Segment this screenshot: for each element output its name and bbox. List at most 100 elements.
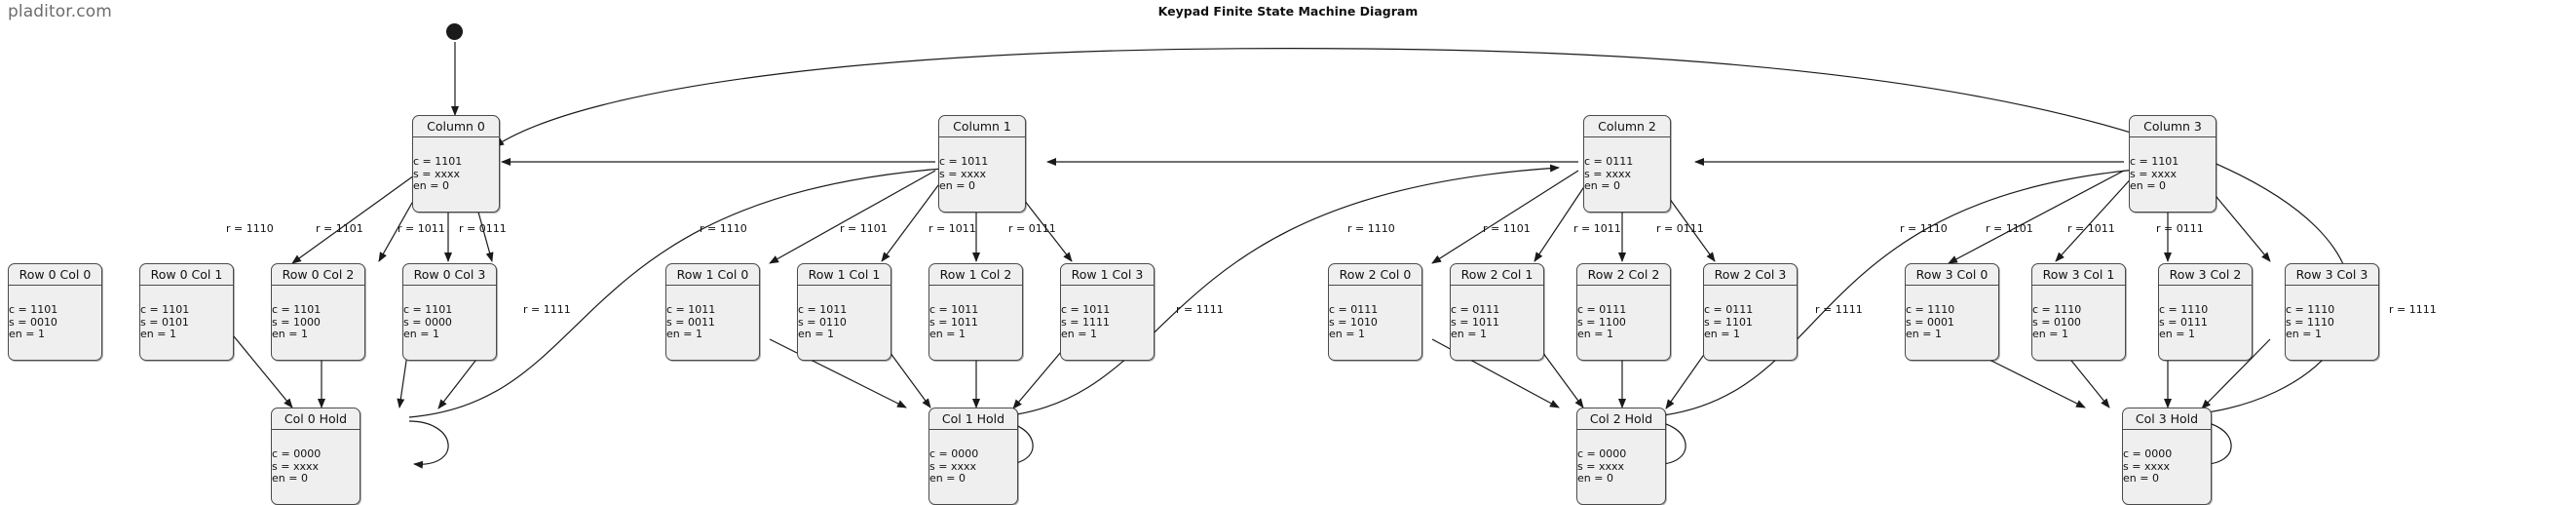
edge-col1-to-r1c1 xyxy=(881,173,948,262)
edge-label-g2-r1101: r = 1101 xyxy=(1483,222,1531,235)
edge-label-g1-r0111: r = 0111 xyxy=(1008,222,1056,235)
state-c-value: c = 1011 xyxy=(1061,303,1111,316)
state-node-row3-col2[interactable]: Row 3 Col 2 c = 1110 s = 0111 en = 1 xyxy=(2158,263,2253,361)
state-node-row1-col1[interactable]: Row 1 Col 1 c = 1011 s = 0110 en = 1 xyxy=(797,263,891,361)
state-en-value: en = 1 xyxy=(1704,328,1740,341)
state-node-row0-col2[interactable]: Row 0 Col 2 c = 1101 s = 1000 en = 1 xyxy=(271,263,365,361)
state-title: Row 0 Col 1 xyxy=(140,264,233,286)
state-en-value: en = 1 xyxy=(9,328,45,341)
state-body: c = 1101 s = 1000 en = 1 xyxy=(272,288,364,360)
state-node-row2-col3[interactable]: Row 2 Col 3 c = 0111 s = 1101 en = 1 xyxy=(1703,263,1798,361)
edge-hold0-self-loop xyxy=(408,420,449,469)
state-node-row1-col2[interactable]: Row 1 Col 2 c = 1011 s = 1011 en = 1 xyxy=(928,263,1023,361)
state-body: c = 1011 s = 1111 en = 1 xyxy=(1061,288,1154,360)
state-c-value: c = 1110 xyxy=(2032,303,2082,316)
state-c-value: c = 1011 xyxy=(929,303,979,316)
state-title: Row 2 Col 2 xyxy=(1577,264,1670,286)
state-node-column-0[interactable]: Column 0 c = 1101 s = xxxx en = 0 xyxy=(412,115,500,213)
state-body: c = 0000 s = xxxx en = 0 xyxy=(272,432,360,504)
state-body: c = 1011 s = xxxx en = 0 xyxy=(939,139,1025,212)
edge-label-g3-r0111: r = 0111 xyxy=(2156,222,2204,235)
state-node-col2-hold[interactable]: Col 2 Hold c = 0000 s = xxxx en = 0 xyxy=(1576,408,1666,505)
state-en-value: en = 1 xyxy=(1906,328,1942,341)
state-title: Row 1 Col 0 xyxy=(666,264,759,286)
state-node-col1-hold[interactable]: Col 1 Hold c = 0000 s = xxxx en = 0 xyxy=(928,408,1018,505)
state-en-value: en = 0 xyxy=(2130,179,2166,193)
edge-col3-to-r3c0 xyxy=(1948,170,2125,264)
state-node-column-3[interactable]: Column 3 c = 1101 s = xxxx en = 0 xyxy=(2129,115,2216,213)
state-node-row3-col0[interactable]: Row 3 Col 0 c = 1110 s = 0001 en = 1 xyxy=(1905,263,1999,361)
state-en-value: en = 1 xyxy=(1451,328,1487,341)
state-title: Row 0 Col 3 xyxy=(403,264,496,286)
state-title: Col 0 Hold xyxy=(272,408,360,430)
state-node-row2-col1[interactable]: Row 2 Col 1 c = 0111 s = 1011 en = 1 xyxy=(1450,263,1544,361)
state-node-column-1[interactable]: Column 1 c = 1011 s = xxxx en = 0 xyxy=(938,115,1026,213)
state-node-row1-col3[interactable]: Row 1 Col 3 c = 1011 s = 1111 en = 1 xyxy=(1060,263,1155,361)
state-title: Column 2 xyxy=(1584,116,1670,137)
state-body: c = 1101 s = 0101 en = 1 xyxy=(140,288,233,360)
state-en-value: en = 0 xyxy=(1577,472,1613,486)
state-title: Row 2 Col 0 xyxy=(1329,264,1421,286)
state-title: Row 1 Col 3 xyxy=(1061,264,1154,286)
state-c-value: c = 1110 xyxy=(2159,303,2209,316)
state-body: c = 1110 s = 0100 en = 1 xyxy=(2032,288,2125,360)
state-node-row2-col0[interactable]: Row 2 Col 0 c = 0111 s = 1010 en = 1 xyxy=(1328,263,1422,361)
state-title: Col 1 Hold xyxy=(929,408,1017,430)
state-title: Row 0 Col 0 xyxy=(9,264,101,286)
state-body: c = 1011 s = 0110 en = 1 xyxy=(798,288,890,360)
state-body: c = 0111 s = 1010 en = 1 xyxy=(1329,288,1421,360)
edge-label-g1-r1110: r = 1110 xyxy=(700,222,747,235)
start-node-dot xyxy=(446,23,463,40)
edge-label-g0-r1011: r = 1011 xyxy=(398,222,445,235)
page-title: Keypad Finite State Machine Diagram xyxy=(1157,4,1419,19)
state-node-row2-col2[interactable]: Row 2 Col 2 c = 0111 s = 1100 en = 1 xyxy=(1576,263,1671,361)
state-en-value: en = 1 xyxy=(929,328,966,341)
state-body: c = 1101 s = xxxx en = 0 xyxy=(2130,139,2216,212)
state-title: Row 2 Col 3 xyxy=(1704,264,1797,286)
state-en-value: en = 0 xyxy=(939,179,975,193)
state-c-value: c = 1011 xyxy=(666,303,716,316)
state-c-value: c = 1101 xyxy=(272,303,322,316)
state-node-col0-hold[interactable]: Col 0 Hold c = 0000 s = xxxx en = 0 xyxy=(271,408,360,505)
state-node-row0-col3[interactable]: Row 0 Col 3 c = 1101 s = 0000 en = 1 xyxy=(402,263,497,361)
edge-label-g2-r1111: r = 1111 xyxy=(1815,303,1863,316)
edge-label-g1-r1111: r = 1111 xyxy=(1176,303,1224,316)
state-body: c = 0111 s = 1100 en = 1 xyxy=(1577,288,1670,360)
state-en-value: en = 1 xyxy=(403,328,439,341)
state-node-row1-col0[interactable]: Row 1 Col 0 c = 1011 s = 0011 en = 1 xyxy=(665,263,760,361)
state-body: c = 1110 s = 0001 en = 1 xyxy=(1906,288,1998,360)
edge-label-g1-r1101: r = 1101 xyxy=(840,222,888,235)
state-en-value: en = 1 xyxy=(2286,328,2322,341)
state-node-col3-hold[interactable]: Col 3 Hold c = 0000 s = xxxx en = 0 xyxy=(2122,408,2212,505)
state-node-row3-col3[interactable]: Row 3 Col 3 c = 1110 s = 1110 en = 1 xyxy=(2285,263,2379,361)
state-node-row0-col0[interactable]: Row 0 Col 0 c = 1101 s = 0010 en = 1 xyxy=(8,263,102,361)
state-c-value: c = 0000 xyxy=(272,447,322,460)
state-body: c = 0000 s = xxxx en = 0 xyxy=(929,432,1017,504)
state-title: Row 2 Col 1 xyxy=(1451,264,1543,286)
edge-col1-to-r1c0 xyxy=(769,170,936,264)
state-body: c = 1110 s = 1110 en = 1 xyxy=(2286,288,2378,360)
state-body: c = 0000 s = xxxx en = 0 xyxy=(1577,432,1665,504)
state-title: Col 3 Hold xyxy=(2123,408,2211,430)
state-c-value: c = 0111 xyxy=(1451,303,1500,316)
state-body: c = 1101 s = 0010 en = 1 xyxy=(9,288,101,360)
edge-label-g0-r1110: r = 1110 xyxy=(226,222,274,235)
state-body: c = 1011 s = 0011 en = 1 xyxy=(666,288,759,360)
state-body: c = 1101 s = xxxx en = 0 xyxy=(413,139,499,212)
edge-label-g0-r0111: r = 0111 xyxy=(459,222,507,235)
state-c-value: c = 1101 xyxy=(9,303,58,316)
state-node-column-2[interactable]: Column 2 c = 0111 s = xxxx en = 0 xyxy=(1583,115,1671,213)
state-en-value: en = 1 xyxy=(1329,328,1365,341)
state-title: Column 0 xyxy=(413,116,499,137)
state-title: Row 3 Col 3 xyxy=(2286,264,2378,286)
state-c-value: c = 0111 xyxy=(1704,303,1754,316)
state-c-value: c = 0000 xyxy=(2123,447,2173,460)
state-body: c = 1101 s = 0000 en = 1 xyxy=(403,288,496,360)
state-node-row3-col1[interactable]: Row 3 Col 1 c = 1110 s = 0100 en = 1 xyxy=(2031,263,2126,361)
edge-col3-to-r3c1 xyxy=(2055,173,2137,262)
state-title: Row 3 Col 2 xyxy=(2159,264,2252,286)
state-en-value: en = 1 xyxy=(798,328,834,341)
edge-label-g2-r1011: r = 1011 xyxy=(1573,222,1621,235)
state-title: Column 3 xyxy=(2130,116,2216,137)
state-node-row0-col1[interactable]: Row 0 Col 1 c = 1101 s = 0101 en = 1 xyxy=(139,263,234,361)
